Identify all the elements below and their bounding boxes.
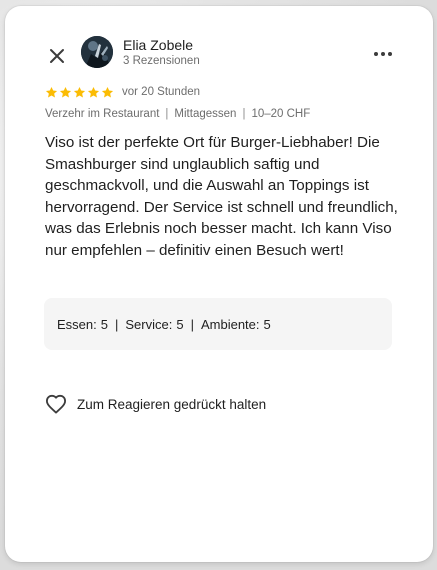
star-icon <box>101 86 114 97</box>
star-icon <box>59 86 72 97</box>
food-score-value: 5 <box>100 316 108 332</box>
sub-ratings: Essen: 5 | Service: 5 | Ambiente: 5 <box>44 298 392 350</box>
meal-type: Mittagessen <box>174 108 237 120</box>
star-icon <box>73 86 86 97</box>
ambience-score-label: Ambiente: <box>200 316 260 332</box>
close-icon <box>50 49 64 63</box>
visit-meta: Verzehr im Restaurant | Mittagessen | 10… <box>45 108 310 120</box>
meta-separator: | <box>165 108 169 120</box>
score-separator: | <box>114 316 119 332</box>
star-icon <box>87 86 100 97</box>
author-name[interactable]: Elia Zobele <box>123 37 193 53</box>
ambience-score-value: 5 <box>263 316 271 332</box>
review-text: Viso ist der perfekte Ort für Burger-Lie… <box>45 134 398 259</box>
meta-separator: | <box>242 108 246 120</box>
price-range: 10–20 CHF <box>251 108 311 120</box>
heart-outline-icon <box>46 394 66 414</box>
rating-row: vor 20 Stunden <box>45 84 200 100</box>
author-review-count: 3 Rezensionen <box>123 55 200 67</box>
star-rating <box>45 86 114 99</box>
avatar[interactable] <box>81 36 113 68</box>
react-label: Zum Reagieren gedrückt halten <box>77 396 267 412</box>
visit-type: Verzehr im Restaurant <box>45 108 160 120</box>
more-options-button[interactable] <box>371 44 395 64</box>
more-vertical-icon <box>374 52 392 56</box>
close-button[interactable] <box>45 44 69 68</box>
score-separator: | <box>190 316 194 332</box>
review-card: Elia Zobele 3 Rezensionen vor 20 Stunden… <box>5 6 433 562</box>
review-time: vor 20 Stunden <box>122 86 201 98</box>
react-button[interactable]: Zum Reagieren gedrückt halten <box>45 394 266 414</box>
star-icon <box>45 86 58 97</box>
food-score-label: Essen: <box>57 316 97 332</box>
review-header: Elia Zobele 3 Rezensionen <box>5 6 433 86</box>
avatar-image <box>81 36 113 68</box>
service-score-label: Service: <box>125 316 173 332</box>
service-score-value: 5 <box>176 316 184 332</box>
